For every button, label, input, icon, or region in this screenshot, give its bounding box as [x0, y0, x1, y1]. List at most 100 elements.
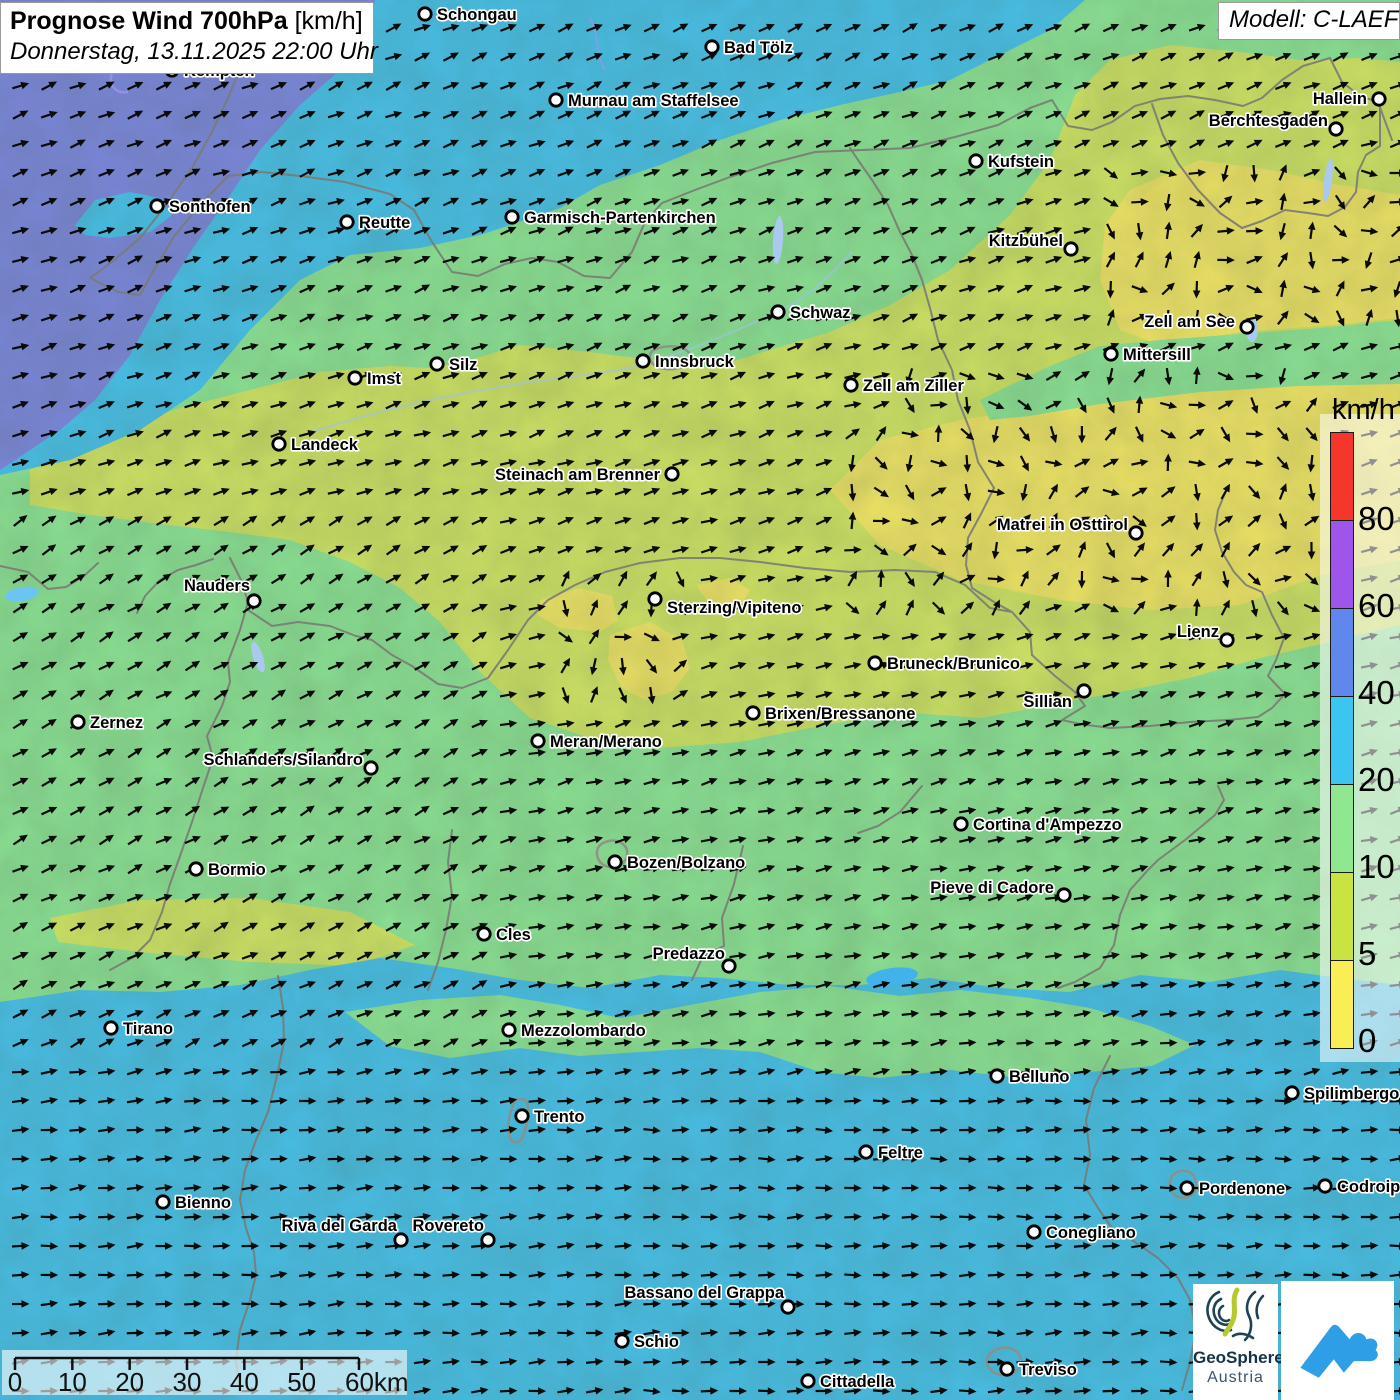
city-label: Schwaz	[790, 304, 851, 322]
city-label: Meran/Merano	[550, 733, 662, 751]
city-label: Schongau	[437, 6, 517, 24]
model-box: Modell: C-LAEF	[1218, 2, 1400, 40]
scale-tick-label: 20	[115, 1367, 144, 1395]
city-label: Pieve di Cadore	[930, 879, 1054, 897]
city-marker	[1373, 93, 1385, 105]
city-label: Zell am Ziller	[863, 377, 964, 395]
city-label: Spilimbergo	[1304, 1085, 1399, 1103]
scale-tick-label: 60km	[345, 1367, 407, 1395]
city-marker	[772, 306, 784, 318]
city-label: Nauders	[184, 577, 250, 595]
city-label: Steinach am Brenner	[495, 466, 661, 484]
city-label: Rovereto	[412, 1217, 484, 1235]
city-label: Brixen/Bressanone	[765, 705, 915, 723]
city-marker	[1065, 243, 1077, 255]
city-label: Kufstein	[988, 153, 1054, 171]
city-marker	[1330, 123, 1342, 135]
city-marker	[955, 818, 967, 830]
city-marker	[616, 1335, 628, 1347]
city-label: Pordenone	[1199, 1180, 1285, 1198]
title-box: Prognose Wind 700hPa [km/h] Donnerstag, …	[0, 2, 374, 74]
map-scale-bar: 0102030405060km	[2, 1350, 407, 1395]
city-marker	[395, 1234, 407, 1246]
legend-segment	[1331, 873, 1353, 961]
city-label: Bozen/Bolzano	[627, 854, 745, 872]
legend-tick-label: 20	[1358, 763, 1395, 797]
legend-segment	[1331, 609, 1353, 697]
map-canvas: SchongauBad TölzKemptenMurnau am Staffel…	[0, 0, 1400, 1400]
city-label: Treviso	[1019, 1361, 1077, 1379]
geosphere-austria-logo: GeoSphere Austria	[1193, 1284, 1278, 1400]
city-label: Trento	[534, 1108, 584, 1126]
city-label: Kitzbühel	[989, 232, 1063, 250]
city-marker	[190, 863, 202, 875]
scale-tick-label: 30	[173, 1367, 202, 1395]
city-marker	[706, 41, 718, 53]
legend-segment	[1331, 961, 1353, 1048]
legend-tick-label: 10	[1358, 850, 1395, 884]
city-label: Garmisch-Partenkirchen	[524, 209, 716, 227]
legend-tick-label: 0	[1358, 1024, 1376, 1058]
legend-unit: km/h	[1332, 394, 1400, 427]
city-marker	[860, 1146, 872, 1158]
city-label: Bienno	[175, 1194, 231, 1212]
city-label: Belluno	[1009, 1068, 1070, 1086]
city-label: Murnau am Staffelsee	[568, 92, 739, 110]
title-text: Prognose Wind 700hPa	[10, 7, 288, 35]
city-marker	[1130, 527, 1142, 539]
scale-ruler: 0102030405060km	[2, 1350, 407, 1395]
city-marker	[273, 438, 285, 450]
city-label: Bruneck/Brunico	[887, 655, 1020, 673]
legend-segment	[1331, 521, 1353, 609]
city-label: Innsbruck	[655, 353, 735, 371]
city-marker	[478, 928, 490, 940]
city-label: Zell am See	[1144, 313, 1235, 331]
city-marker	[431, 358, 443, 370]
scale-tick-label: 0	[8, 1367, 22, 1395]
legend-segment	[1331, 697, 1353, 785]
legend-tick-label: 80	[1358, 502, 1395, 536]
city-label: Matrei in Osttirol	[997, 516, 1128, 534]
city-marker	[503, 1024, 515, 1036]
city-label: Cles	[496, 926, 531, 944]
scale-tick-label: 40	[230, 1367, 259, 1395]
city-marker	[609, 856, 621, 868]
city-marker	[419, 8, 431, 20]
scale-tick-label: 10	[58, 1367, 87, 1395]
city-label: Bad Tölz	[724, 39, 793, 57]
city-marker	[1221, 634, 1233, 646]
city-label: Hallein	[1313, 90, 1367, 108]
city-label: Sonthofen	[169, 198, 251, 216]
city-marker	[649, 593, 661, 605]
wind-forecast-map: SchongauBad TölzKemptenMurnau am Staffel…	[0, 0, 1400, 1400]
city-marker	[1001, 1363, 1013, 1375]
city-marker	[991, 1070, 1003, 1082]
city-marker	[1319, 1180, 1331, 1192]
city-label: Schlanders/Silandro	[203, 751, 363, 769]
valid-time: Donnerstag, 13.11.2025 22:00 Uhr	[10, 38, 367, 66]
city-marker	[506, 211, 518, 223]
city-marker	[666, 468, 678, 480]
city-label: Reutte	[359, 214, 410, 232]
city-marker	[637, 355, 649, 367]
city-label: Codroipo	[1337, 1178, 1400, 1196]
legend-tick-label: 5	[1358, 937, 1376, 971]
city-marker	[1105, 348, 1117, 360]
partner-logo-box	[1281, 1281, 1394, 1400]
legend-segment	[1331, 785, 1353, 873]
city-label: Predazzo	[653, 945, 725, 963]
city-marker	[1181, 1182, 1193, 1194]
city-marker	[1028, 1226, 1040, 1238]
city-marker	[349, 372, 361, 384]
city-marker	[341, 216, 353, 228]
city-label: Mezzolombardo	[521, 1022, 646, 1040]
city-marker	[151, 200, 163, 212]
city-marker	[248, 595, 260, 607]
geosphere-wordmark: GeoSphere	[1193, 1349, 1278, 1368]
city-label: Bassano del Grappa	[624, 1284, 784, 1302]
city-marker	[869, 657, 881, 669]
city-marker	[532, 735, 544, 747]
city-label: Silz	[449, 356, 477, 374]
wind-speed-legend: km/h 806040201050	[1322, 394, 1400, 1064]
city-label: Riva del Garda	[281, 1217, 397, 1235]
